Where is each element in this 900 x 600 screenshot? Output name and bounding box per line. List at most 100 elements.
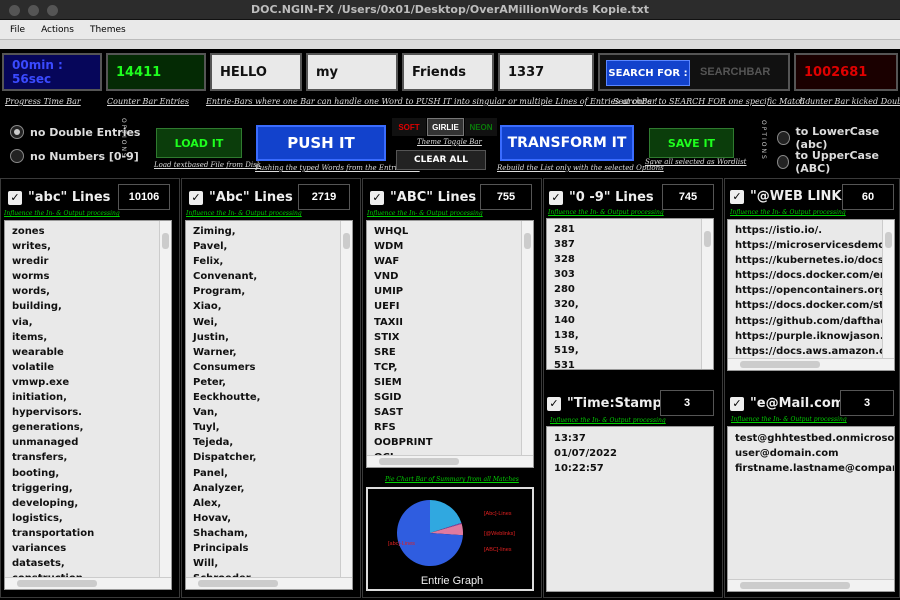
list-item[interactable]: writes, [5,239,171,254]
list-item[interactable]: logistics, [5,511,171,526]
list-item[interactable]: wredir [5,254,171,269]
list-item[interactable]: Peter, [186,375,352,390]
list-item[interactable]: zones [5,224,171,239]
list-item[interactable]: user@domain.com [728,446,894,461]
list-item[interactable]: https://kubernetes.io/docs/co [728,253,894,268]
list-item[interactable]: variances [5,541,171,556]
list-item[interactable]: WHQL [367,224,533,239]
vertical-scrollbar[interactable] [159,221,171,577]
list-item[interactable]: Alex, [186,496,352,511]
list-item[interactable]: transportation [5,526,171,541]
list-item[interactable]: https://purple.iknowjason.io/i [728,329,894,344]
window-controls[interactable] [9,5,58,16]
clear-all-button[interactable]: CLEAR ALL [396,150,486,170]
checkbox-checked-icon[interactable]: ✓ [547,396,561,411]
list-item[interactable]: Warner, [186,345,352,360]
list-item[interactable]: UEFI [367,299,533,314]
list-item[interactable]: Ziming, [186,224,352,239]
horizontal-scrollbar[interactable] [5,577,171,589]
checkbox-checked-icon[interactable]: ✓ [549,190,563,205]
vertical-scrollbar[interactable] [882,220,894,358]
list-item[interactable]: datasets, [5,556,171,571]
list-item[interactable]: VND [367,269,533,284]
load-it-button[interactable]: LOAD IT [156,128,242,158]
list-item[interactable]: via, [5,315,171,330]
list-item[interactable]: STIX [367,330,533,345]
list-item[interactable]: worms [5,269,171,284]
search-for-button[interactable]: SEARCH FOR : [606,60,690,86]
list-item[interactable]: 281 [547,222,713,237]
list-item[interactable]: SRE [367,345,533,360]
entry-bar-1[interactable]: HELLO [210,53,302,91]
list-item[interactable]: booting, [5,466,171,481]
list-item[interactable]: SGID [367,390,533,405]
list-item[interactable]: https://docs.docker.com/engi [728,268,894,283]
list-item[interactable]: Program, [186,284,352,299]
vertical-scrollbar[interactable] [340,221,352,577]
list-item[interactable]: Will, [186,556,352,571]
list-item[interactable]: building, [5,299,171,314]
list-item[interactable]: vmwp.exe [5,375,171,390]
list-item[interactable]: Tuyl, [186,420,352,435]
horizontal-scrollbar[interactable] [728,358,894,370]
email-list[interactable]: test@ghhtestbed.onmicrosoft.comuser@doma… [727,426,895,592]
vertical-scrollbar[interactable] [521,221,533,455]
list-item[interactable]: Consumers [186,360,352,375]
theme-soft-button[interactable]: SOFT [392,118,426,136]
list-item[interactable]: https://github.com/dafthack/M [728,314,894,329]
list-item[interactable]: Convenant, [186,269,352,284]
list-item[interactable]: TCP, [367,360,533,375]
list-item[interactable]: triggering, [5,481,171,496]
list-item[interactable]: generations, [5,420,171,435]
list-item[interactable]: SAST [367,405,533,420]
list-item[interactable]: https://docs.docker.com/stora [728,298,894,313]
list-item[interactable]: Xiao, [186,299,352,314]
list-item[interactable]: UMIP [367,284,533,299]
close-window-button[interactable] [9,5,20,16]
list-item[interactable]: SIEM [367,375,533,390]
list-item[interactable]: Hovav, [186,511,352,526]
entry-bar-4[interactable]: 1337 [498,53,594,91]
menu-file[interactable]: File [10,25,25,35]
menu-themes[interactable]: Themes [90,25,126,35]
horizontal-scrollbar[interactable] [728,579,894,591]
list-item[interactable]: 387 [547,237,713,252]
list-item[interactable]: 13:37 [547,431,713,446]
abc-lines-list[interactable]: zones writes, wredir worms words, building, vi… [4,220,172,590]
list-item[interactable]: https://opencontainers.org/ab [728,283,894,298]
entry-bar-2[interactable]: my [306,53,398,91]
list-item[interactable]: hypervisors. [5,405,171,420]
list-item[interactable]: developing, [5,496,171,511]
list-item[interactable]: 328 [547,252,713,267]
timestamps-list[interactable]: 13:37 01/07/2022 10:22:57 [546,426,714,592]
ABC-lines-list[interactable]: WHQL WDM WAF VND UMIP UEFI TAXII STIX SRE TCP, SIE… [366,220,534,468]
checkbox-checked-icon[interactable]: ✓ [189,190,203,205]
horizontal-scrollbar[interactable] [186,577,352,589]
menu-actions[interactable]: Actions [41,25,74,35]
list-item[interactable]: Shacham, [186,526,352,541]
list-item[interactable]: WAF [367,254,533,269]
horizontal-scrollbar[interactable] [367,455,533,467]
zoom-window-button[interactable] [47,5,58,16]
list-item[interactable]: words, [5,284,171,299]
list-item[interactable]: firstname.lastname@company.co [728,461,894,476]
list-item[interactable]: Van, [186,405,352,420]
list-item[interactable]: RFS [367,420,533,435]
push-it-button[interactable]: PUSH IT [256,125,386,161]
list-item[interactable]: test@ghhtestbed.onmicrosoft.com [728,431,894,446]
list-item[interactable]: 280 [547,282,713,297]
list-item[interactable]: 138, [547,328,713,343]
list-item[interactable]: 519, [547,343,713,358]
theme-girlie-button[interactable]: GIRLIE [427,118,464,136]
list-item[interactable]: 531 [547,358,713,369]
checkbox-checked-icon[interactable]: ✓ [730,189,744,204]
list-item[interactable]: 320, [547,297,713,312]
search-input[interactable]: SEARCHBAR [700,66,770,78]
list-item[interactable]: Eeckhoutte, [186,390,352,405]
list-item[interactable]: WDM [367,239,533,254]
theme-neon-button[interactable]: NEON [465,118,497,136]
list-item[interactable]: Felix, [186,254,352,269]
list-item[interactable]: 140 [547,313,713,328]
list-item[interactable]: transfers, [5,450,171,465]
list-item[interactable]: items, [5,330,171,345]
